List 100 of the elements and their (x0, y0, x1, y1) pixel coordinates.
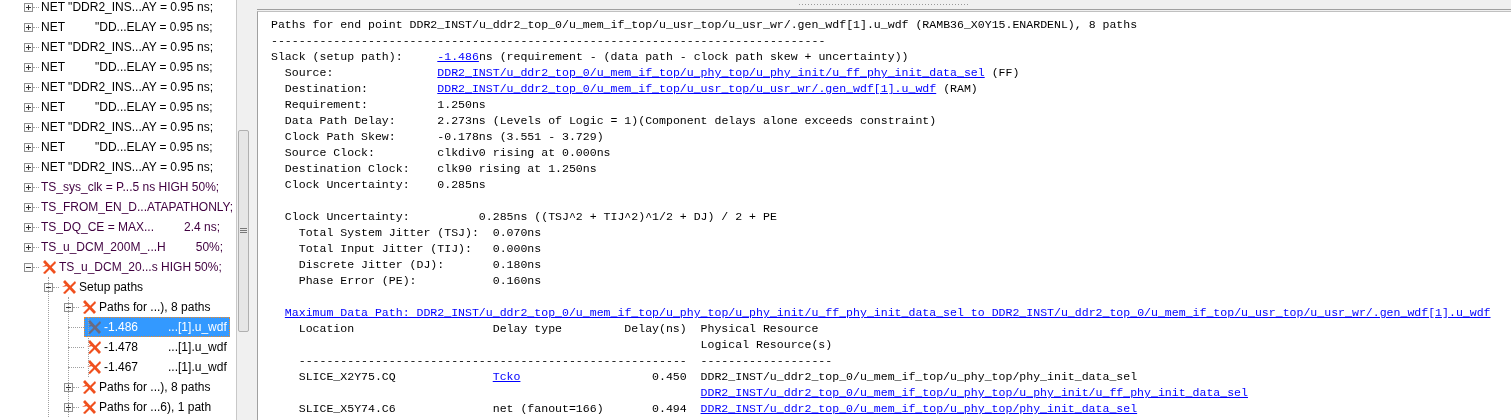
expand-icon[interactable] (24, 122, 33, 132)
tree-item[interactable]: TS_u_DCM_200M_...H 50%; (39, 237, 227, 257)
expand-icon[interactable] (24, 102, 33, 112)
grip-icon (240, 228, 247, 234)
expand-icon[interactable] (64, 402, 73, 412)
separator-text: ------------------- (700, 353, 834, 369)
field-label: Source: (284, 65, 335, 81)
field-value-link[interactable]: -1.486 (437, 50, 479, 63)
expand-icon[interactable] (24, 62, 33, 72)
field-label: Slack (setup path): (271, 49, 404, 65)
formula-text: ((TSJ^2 + TIJ^2)^1/2 + DJ) / 2 + PE (534, 209, 777, 225)
field-label: Phase Error (PE): (298, 273, 418, 289)
field-value: clkdiv0 rising at 0.000ns (437, 146, 611, 159)
column-header: Logical Resource(s) (700, 337, 834, 353)
field-label: Clock Uncertainty: (284, 209, 411, 225)
report-title: Paths for end point DDR2_INST/u_ddr2_top_0/u_mem_if_top/u_usr_top/u_usr_wr/.gen_wdf[1].u_wdf (RAMB36_X0Y15.ENARDENL), 8 paths (271, 17, 1138, 33)
expand-icon[interactable] (24, 2, 33, 12)
expand-icon[interactable] (24, 162, 33, 172)
scrollbar[interactable] (236, 0, 250, 420)
scrollbar-thumb[interactable] (238, 130, 249, 332)
expand-icon[interactable] (24, 82, 33, 92)
tree-item[interactable]: -1.467 ...[1].u_wdf (84, 357, 230, 377)
field-value: 2.273ns (Levels of Logic = 1)(Component delays alone exceeds constraint) (437, 114, 937, 127)
field-label: Source Clock: (284, 145, 376, 161)
tree-item[interactable]: Paths for ...), 8 paths (79, 377, 214, 397)
tree-item[interactable]: TS_DQ_CE = MAX... 2.4 ns; (39, 217, 224, 237)
tree-item[interactable]: TS_u_DCM_20...s HIGH 50%; (39, 257, 225, 277)
field-label: Destination: (284, 81, 369, 97)
expand-icon[interactable] (24, 222, 33, 232)
field-value: 0.070ns (492, 225, 542, 241)
tree-item-text: 2.4 ns; (184, 220, 221, 234)
column-header: Delay(ns) (624, 322, 687, 335)
tree-item[interactable]: Setup paths (59, 277, 147, 297)
field-label: Total Input Jitter (TIJ): (298, 241, 473, 257)
field-label: Data Path Delay: (284, 113, 397, 129)
field-value: (FF) (990, 66, 1020, 79)
table-cell: 0.450 (652, 370, 687, 383)
expand-icon[interactable] (24, 142, 33, 152)
tree-item-text: ...[1].u_wdf (168, 360, 227, 374)
collapse-icon[interactable] (24, 262, 33, 272)
column-header: Physical Resource (700, 321, 820, 337)
tree-item[interactable]: NET "DD...ELAY = 0.95 ns; (39, 97, 216, 117)
tree-item-text: -1.467 (104, 360, 139, 374)
tree-item[interactable]: Paths for ...6), 1 path (79, 397, 215, 417)
tree-item[interactable]: NET "DD...ELAY = 0.95 ns; (39, 137, 216, 157)
column-header: Location (298, 322, 355, 335)
table-cell: SLICE_X5Y74.C6 (298, 402, 396, 415)
field-value-link[interactable]: DDR2_INST/u_ddr2_top_0/u_mem_if_top/u_phy_top/u_phy_init/u_ff_phy_init_data_sel (437, 66, 985, 79)
field-value: (RAM) (942, 82, 978, 95)
table-cell-link[interactable]: DDR2_INST/u_ddr2_top_0/u_mem_if_top/u_phy_top/u_phy_init/u_ff_phy_init_data_sel (700, 386, 1248, 399)
tree-item-text: Paths for ...6), 1 path (99, 400, 212, 414)
tree-item-text: -1.486 (104, 320, 139, 334)
splitter-grip-icon[interactable] (799, 3, 969, 6)
table-cell-link[interactable]: DDR2_INST/u_ddr2_top_0/u_mem_if_top/u_phy_top/phy_init_data_sel (700, 402, 1138, 415)
tree-item-text: "DD...ELAY = 0.95 ns; (95, 100, 213, 114)
tree-item-text: 50%; (195, 240, 224, 254)
tree-item-text: Paths for ...), 8 paths (99, 380, 211, 394)
expand-icon[interactable] (24, 242, 33, 252)
collapse-icon[interactable] (64, 302, 73, 312)
tree-item-text: TS_u_DCM_20...s HIGH 50%; (59, 260, 222, 274)
tree-item[interactable]: NET "DD...ELAY = 0.95 ns; (39, 57, 216, 77)
tree-item-text: -1.478 (104, 340, 139, 354)
field-value: 0.180ns (492, 257, 542, 273)
tree-item-text: TS_DQ_CE = MAX... (41, 220, 155, 234)
field-value: clk90 rising at 1.250ns (437, 162, 597, 175)
field-value: 0.000ns (492, 241, 542, 257)
tree-item[interactable]: Paths for ...), 8 paths (79, 297, 214, 317)
tree-item-text: ...[1].u_wdf (168, 340, 227, 354)
tree-item-text: NET (41, 140, 65, 154)
tree-item-text: NET (41, 60, 65, 74)
expand-icon[interactable] (64, 382, 73, 392)
field-label: Destination Clock: (284, 161, 411, 177)
tree-item-text: "DD...ELAY = 0.95 ns; (95, 20, 213, 34)
tree-item[interactable]: -1.478 ...[1].u_wdf (84, 337, 230, 357)
table-cell: SLICE_X2Y75.CQ (298, 370, 396, 383)
tree-item-text: "DD...ELAY = 0.95 ns; (95, 60, 213, 74)
tree-item-text: "DD...ELAY = 0.95 ns; (95, 140, 213, 154)
field-label: Requirement: (284, 97, 369, 113)
table-cell-link[interactable]: Tcko (492, 370, 521, 383)
expand-icon[interactable] (24, 22, 33, 32)
tree-item-text: Setup paths (79, 280, 144, 294)
tree-item-text: NET (41, 100, 65, 114)
data-path-link[interactable]: Maximum Data Path: DDR2_INST/u_ddr2_top_0/u_mem_if_top/u_phy_top/u_phy_init/u_ff_phy_init_data_sel to DDR2_INST/u_ddr2_top_0/u_mem_if_top/u_usr_top/u_usr_wr/.gen_wdf[1].u_wdf (284, 305, 1491, 321)
expand-icon[interactable] (24, 202, 33, 212)
expand-icon[interactable] (24, 182, 33, 192)
table-cell: 0.494 (652, 402, 687, 415)
field-value: ns (requirement - (data path - clock path skew + uncertainty)) (478, 50, 909, 63)
tree-item[interactable]: NET "DD...ELAY = 0.95 ns; (39, 17, 216, 37)
column-header: Delay type (492, 322, 562, 335)
tree-item-text: Paths for ...), 8 paths (99, 300, 211, 314)
field-value: -0.178ns (3.551 - 3.729) (437, 130, 604, 143)
table-cell: net (fanout=166) (492, 402, 604, 415)
field-value: 0.285ns (478, 209, 529, 225)
separator-text: -------------------------------------------------------------------------------- (271, 33, 826, 49)
table-cell: DDR2_INST/u_ddr2_top_0/u_mem_if_top/u_phy_top/phy_init_data_sel (700, 370, 1138, 383)
expand-icon[interactable] (24, 42, 33, 52)
field-value: 0.285ns (437, 178, 486, 191)
field-value-link[interactable]: DDR2_INST/u_ddr2_top_0/u_mem_if_top/u_usr_top/u_usr_wr/.gen_wdf[1].u_wdf (437, 82, 937, 95)
tree-item-text: NET (41, 20, 65, 34)
collapse-icon[interactable] (44, 282, 53, 292)
